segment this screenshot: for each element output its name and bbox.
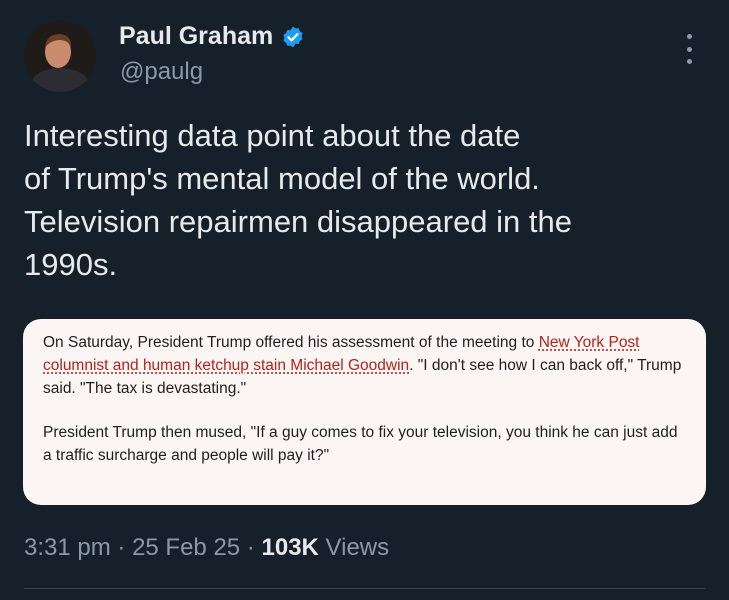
quoted-article-image[interactable]: On Saturday, President Trump offered his… [23,319,706,505]
author-name[interactable]: Paul Graham [119,22,273,51]
tweet-time[interactable]: 3:31 pm [24,534,111,561]
tweet-text-line: Television repairmen disappeared in the [24,204,572,239]
author-handle[interactable]: @paulg [120,58,203,86]
tweet-meta: 3:31 pm · 25 Feb 25 · 103K Views [24,534,389,562]
tweet-text: Interesting data point about the date of… [24,114,684,286]
quote-text: On Saturday, President Trump offered his… [43,334,539,351]
meta-separator: · [246,534,255,561]
tweet-date[interactable]: 25 Feb 25 [132,534,240,561]
divider [24,588,705,589]
views-label: Views [325,534,390,561]
author-name-row: Paul Graham [119,22,305,51]
meta-separator: · [117,534,126,561]
tweet-text-line: 1990s. [24,247,118,282]
more-options-icon[interactable] [684,34,694,64]
tweet-text-line: Interesting data point about the date [24,118,521,153]
quote-paragraph-1: On Saturday, President Trump offered his… [43,331,686,400]
tweet-text-line: of Trump's mental model of the world. [24,161,540,196]
avatar[interactable] [24,20,96,92]
quote-paragraph-2: President Trump then mused, "If a guy co… [43,424,678,464]
views-count: 103K [261,534,319,561]
verified-badge-icon [283,26,303,47]
